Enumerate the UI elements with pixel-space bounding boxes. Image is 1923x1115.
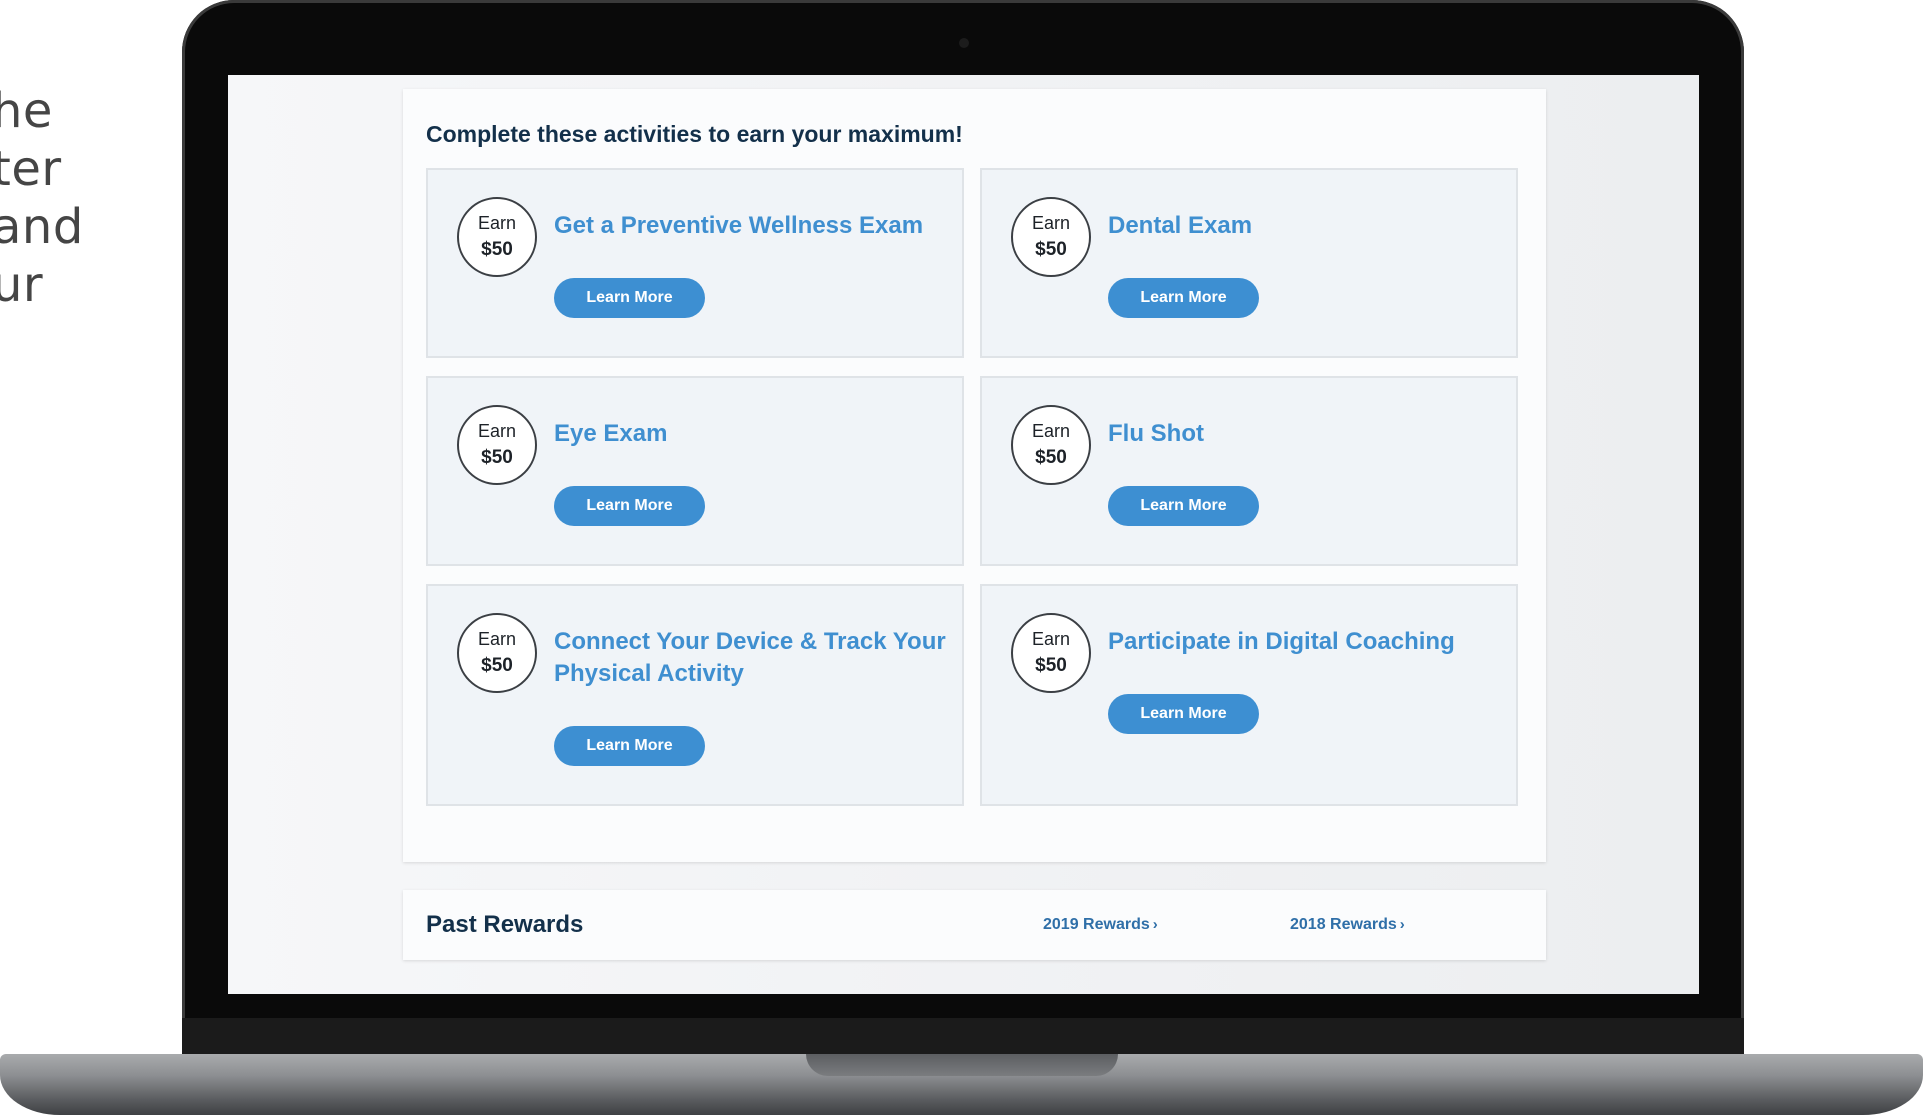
earn-label: Earn [1031,629,1071,649]
activity-title[interactable]: Dental Exam [1108,210,1508,242]
side-text-line: ter [0,141,62,197]
chevron-right-icon: › [1399,916,1405,933]
learn-more-button[interactable]: Learn More [1108,278,1259,318]
earn-badge: Earn $50 [1011,405,1091,485]
side-text-line: and [0,199,84,255]
earn-amount: $50 [481,655,513,676]
activity-card-flu-shot: Earn $50 Flu Shot Learn More [980,376,1518,566]
earn-badge: Earn $50 [1011,613,1091,693]
rewards-2019-link[interactable]: 2019 Rewards › [1043,916,1158,934]
activities-panel: Complete these activities to earn your m… [403,89,1546,862]
earn-label: Earn [477,629,517,649]
marketing-canvas: he ter and ur Complete these activities … [0,0,1923,1115]
side-text-line: he [0,83,53,139]
rewards-2018-link[interactable]: 2018 Rewards › [1290,916,1405,934]
side-marketing-text: he ter and ur [0,82,84,314]
past-rewards-bar: Past Rewards 2019 Rewards › 2018 Rewards › [403,890,1546,960]
earn-badge: Earn $50 [457,405,537,485]
webcam-icon [959,38,969,48]
activity-card-wellness-exam: Earn $50 Get a Preventive Wellness Exam … [426,168,964,358]
earn-label: Earn [1031,421,1071,441]
laptop-notch [806,1054,1118,1076]
learn-more-button[interactable]: Learn More [1108,694,1259,734]
earn-amount: $50 [1035,239,1067,260]
earn-label: Earn [477,213,517,233]
earn-label: Earn [477,421,517,441]
activity-title[interactable]: Participate in Digital Coaching [1108,626,1508,658]
activity-card-digital-coaching: Earn $50 Participate in Digital Coaching… [980,584,1518,806]
earn-amount: $50 [1035,447,1067,468]
activity-title[interactable]: Flu Shot [1108,418,1508,450]
activity-title[interactable]: Connect Your Device & Track Your Physica… [554,626,954,690]
earn-amount: $50 [481,447,513,468]
earn-label: Earn [1031,213,1071,233]
laptop-screen: Complete these activities to earn your m… [228,75,1699,994]
rewards-link-label[interactable]: 2018 Rewards [1290,916,1397,933]
side-text-line: ur [0,257,44,313]
activities-heading: Complete these activities to earn your m… [426,121,963,147]
earn-amount: $50 [481,239,513,260]
chevron-right-icon: › [1152,916,1158,933]
earn-badge: Earn $50 [1011,197,1091,277]
learn-more-button[interactable]: Learn More [554,726,705,766]
activity-title[interactable]: Get a Preventive Wellness Exam [554,210,954,242]
activity-card-dental-exam: Earn $50 Dental Exam Learn More [980,168,1518,358]
past-rewards-title: Past Rewards [426,911,584,938]
laptop-lower-bezel [182,1018,1744,1054]
earn-badge: Earn $50 [457,197,537,277]
activity-card-device-tracking: Earn $50 Connect Your Device & Track You… [426,584,964,806]
learn-more-button[interactable]: Learn More [554,486,705,526]
rewards-link-label[interactable]: 2019 Rewards [1043,916,1150,933]
learn-more-button[interactable]: Learn More [1108,486,1259,526]
earn-badge: Earn $50 [457,613,537,693]
earn-amount: $50 [1035,655,1067,676]
learn-more-button[interactable]: Learn More [554,278,705,318]
activity-title[interactable]: Eye Exam [554,418,954,450]
activity-card-eye-exam: Earn $50 Eye Exam Learn More [426,376,964,566]
